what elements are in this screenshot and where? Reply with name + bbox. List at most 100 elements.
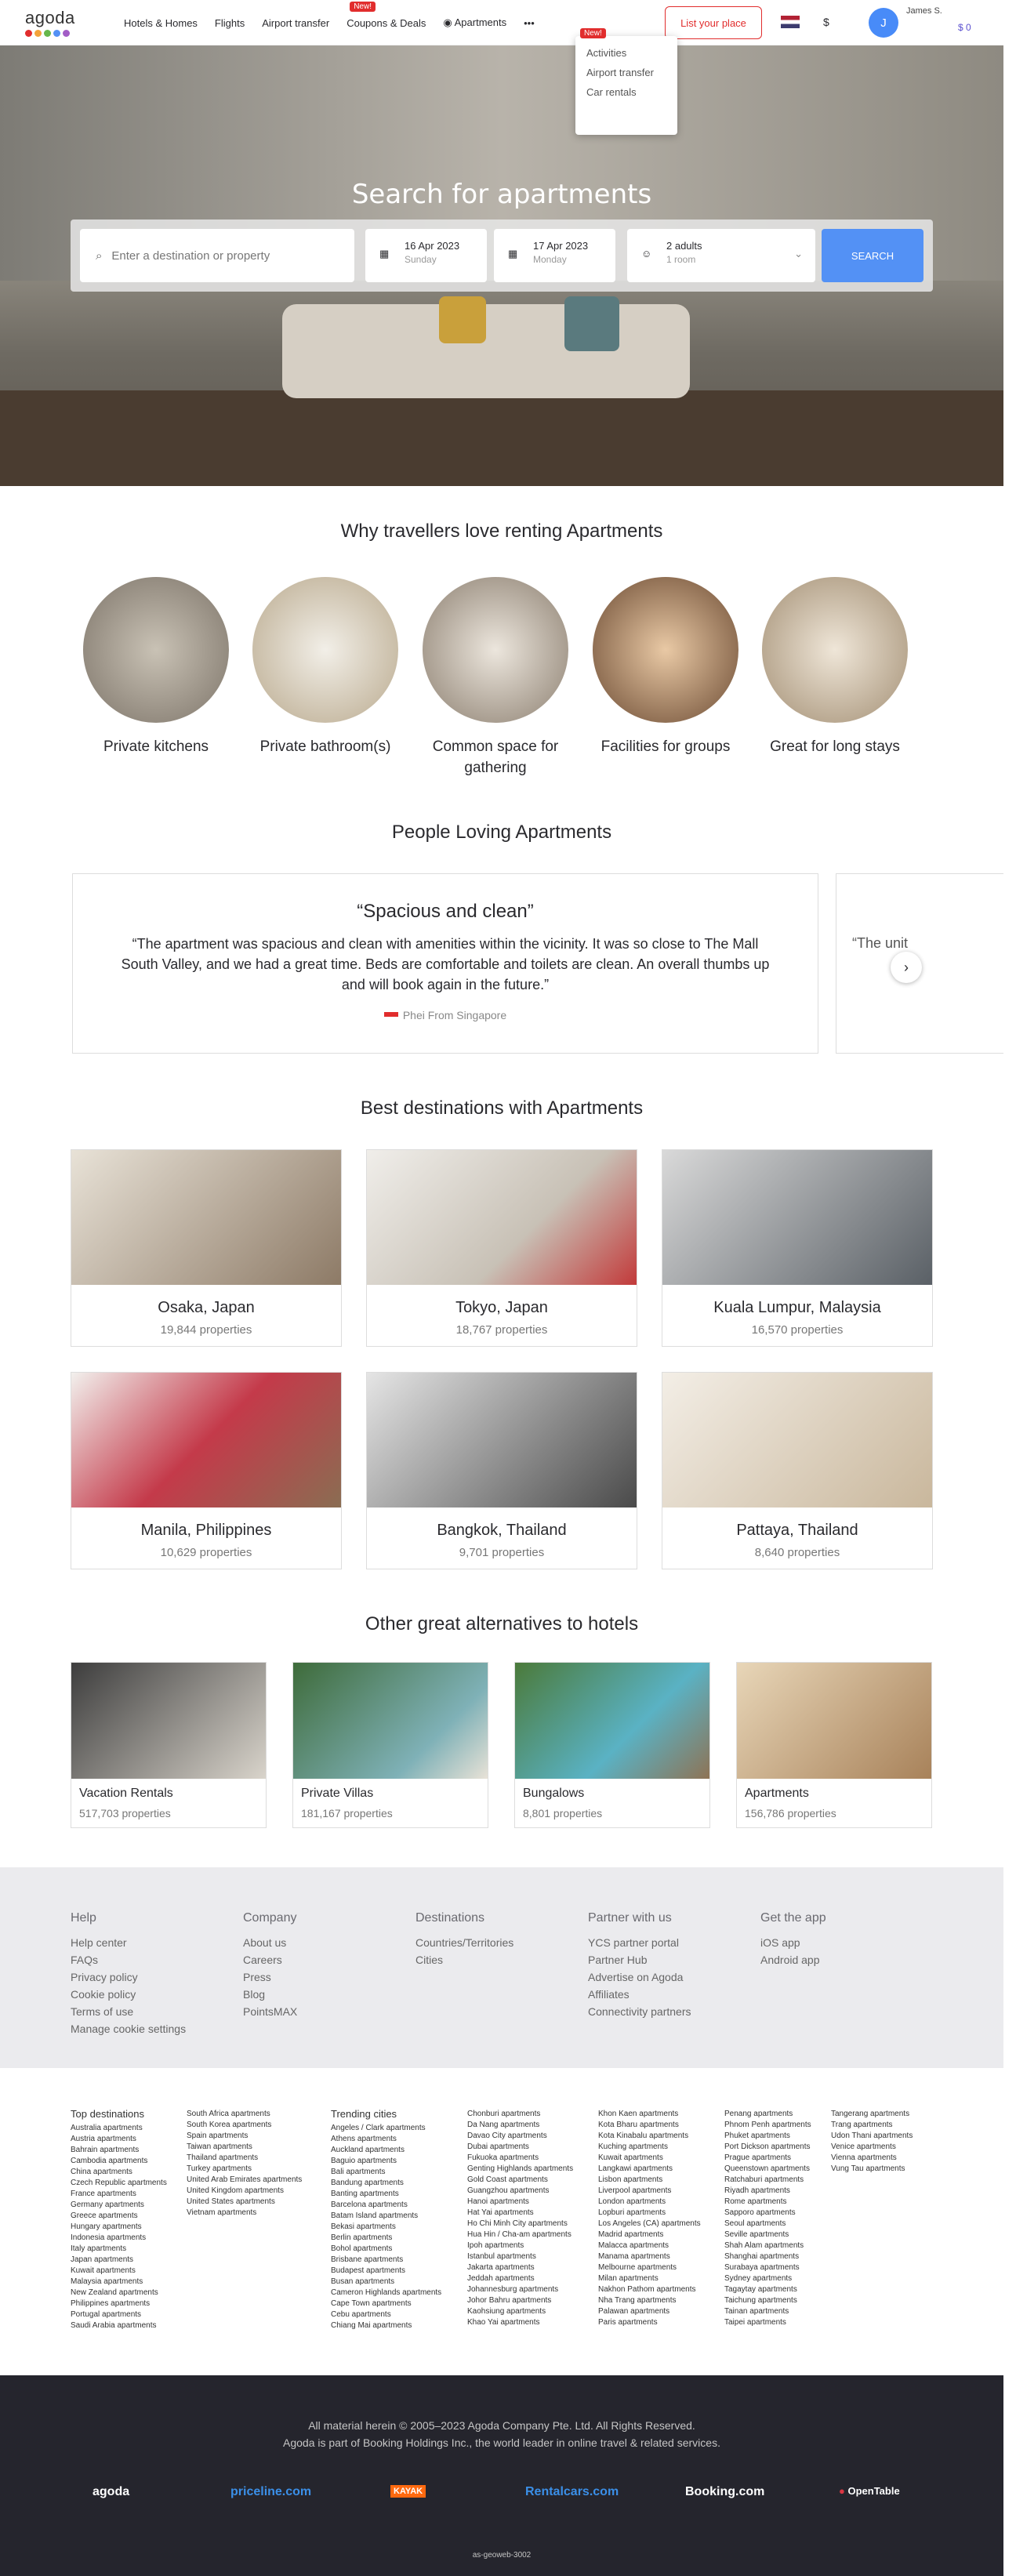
nav-coupons-deals[interactable]: New! Coupons & Deals: [347, 1, 426, 29]
destination-link[interactable]: Czech Republic apartments: [71, 2178, 167, 2189]
destination-link[interactable]: Kota Bharu apartments: [598, 2120, 701, 2131]
footer-link[interactable]: Cities: [415, 1954, 513, 1966]
footer-link[interactable]: Android app: [760, 1954, 826, 1966]
alternative-card[interactable]: Apartments 156,786 properties: [736, 1662, 932, 1828]
destination-link[interactable]: Milan apartments: [598, 2273, 701, 2284]
destination-link[interactable]: Davao City apartments: [467, 2131, 573, 2142]
destination-link[interactable]: Lopburi apartments: [598, 2208, 701, 2219]
nav-hotels-homes[interactable]: Hotels & Homes: [124, 17, 198, 29]
checkout-date-field[interactable]: ▦ 17 Apr 2023 Monday: [494, 229, 615, 282]
destination-link[interactable]: Bandung apartments: [331, 2178, 441, 2189]
destination-link[interactable]: Japan apartments: [71, 2255, 167, 2266]
destination-link[interactable]: Taichung apartments: [724, 2295, 811, 2306]
destination-link[interactable]: Portugal apartments: [71, 2309, 167, 2320]
destination-link[interactable]: Trang apartments: [831, 2120, 913, 2131]
destination-link[interactable]: Bali apartments: [331, 2167, 441, 2178]
destination-link[interactable]: Berlin apartments: [331, 2233, 441, 2244]
search-button[interactable]: SEARCH: [822, 229, 923, 282]
priceline-brand-logo[interactable]: priceline.com: [230, 2485, 311, 2499]
booking-brand-logo[interactable]: Booking.com: [685, 2485, 764, 2499]
destination-link[interactable]: Kaohsiung apartments: [467, 2306, 573, 2317]
destination-link[interactable]: Taiwan apartments: [187, 2142, 302, 2153]
checkin-date-field[interactable]: ▦ 16 Apr 2023 Sunday: [365, 229, 487, 282]
destination-link[interactable]: London apartments: [598, 2197, 701, 2208]
footer-link[interactable]: Blog: [243, 1988, 297, 2001]
destination-link[interactable]: Genting Highlands apartments: [467, 2164, 573, 2175]
destination-link[interactable]: Austria apartments: [71, 2134, 167, 2145]
destination-link[interactable]: Spain apartments: [187, 2131, 302, 2142]
destination-link[interactable]: Nakhon Pathom apartments: [598, 2284, 701, 2295]
destination-card[interactable]: Bangkok, Thailand 9,701 properties: [366, 1372, 637, 1569]
destination-link[interactable]: Liverpool apartments: [598, 2186, 701, 2197]
destination-link[interactable]: Bekasi apartments: [331, 2222, 441, 2233]
destination-card[interactable]: Tokyo, Japan 18,767 properties: [366, 1149, 637, 1347]
destination-link[interactable]: Riyadh apartments: [724, 2186, 811, 2197]
destination-card[interactable]: Osaka, Japan 19,844 properties: [71, 1149, 342, 1347]
destination-link[interactable]: Langkawi apartments: [598, 2164, 701, 2175]
footer-link[interactable]: FAQs: [71, 1954, 186, 1966]
destination-link[interactable]: Hat Yai apartments: [467, 2208, 573, 2219]
destination-link[interactable]: Athens apartments: [331, 2134, 441, 2145]
destination-link[interactable]: Khao Yai apartments: [467, 2317, 573, 2328]
footer-link[interactable]: Press: [243, 1971, 297, 1983]
destination-link[interactable]: Vienna apartments: [831, 2153, 913, 2164]
destination-link[interactable]: Surabaya apartments: [724, 2262, 811, 2273]
destination-link[interactable]: Jakarta apartments: [467, 2262, 573, 2273]
nav-apartments[interactable]: ◉ Apartments: [443, 16, 506, 29]
destination-link[interactable]: Chiang Mai apartments: [331, 2320, 441, 2331]
footer-link[interactable]: About us: [243, 1936, 297, 1949]
alternative-card[interactable]: Private Villas 181,167 properties: [292, 1662, 488, 1828]
us-flag-icon[interactable]: [781, 16, 800, 28]
destination-link[interactable]: Shanghai apartments: [724, 2251, 811, 2262]
footer-link[interactable]: Affiliates: [588, 1988, 691, 2001]
destination-link[interactable]: Hanoi apartments: [467, 2197, 573, 2208]
destination-link[interactable]: Penang apartments: [724, 2109, 811, 2120]
destination-link[interactable]: New Zealand apartments: [71, 2288, 167, 2298]
destination-link[interactable]: Seoul apartments: [724, 2219, 811, 2230]
destination-link[interactable]: Ipoh apartments: [467, 2240, 573, 2251]
destination-link[interactable]: Angeles / Clark apartments: [331, 2123, 441, 2134]
destination-card[interactable]: Manila, Philippines 10,629 properties: [71, 1372, 342, 1569]
destination-link[interactable]: Los Angeles (CA) apartments: [598, 2219, 701, 2230]
destination-link[interactable]: Ho Chi Minh City apartments: [467, 2219, 573, 2230]
destination-link[interactable]: Venice apartments: [831, 2142, 913, 2153]
destination-link[interactable]: Vietnam apartments: [187, 2208, 302, 2219]
destination-link[interactable]: Ratchaburi apartments: [724, 2175, 811, 2186]
destination-link[interactable]: United Arab Emirates apartments: [187, 2175, 302, 2186]
more-menu-button[interactable]: •••: [524, 17, 535, 29]
destination-link[interactable]: Cape Town apartments: [331, 2298, 441, 2309]
destination-link[interactable]: Greece apartments: [71, 2211, 167, 2222]
user-name[interactable]: James S.: [906, 6, 942, 16]
destination-link[interactable]: Khon Kaen apartments: [598, 2109, 701, 2120]
destination-link[interactable]: Dubai apartments: [467, 2142, 573, 2153]
agoda-logo[interactable]: agoda: [25, 8, 88, 39]
destination-link[interactable]: Barcelona apartments: [331, 2200, 441, 2211]
destination-link[interactable]: Kuwait apartments: [71, 2266, 167, 2277]
destination-link[interactable]: Fukuoka apartments: [467, 2153, 573, 2164]
destination-link[interactable]: United Kingdom apartments: [187, 2186, 302, 2197]
rentalcars-brand-logo[interactable]: Rentalcars.com: [525, 2485, 619, 2499]
destination-link[interactable]: Gold Coast apartments: [467, 2175, 573, 2186]
destination-link[interactable]: Busan apartments: [331, 2277, 441, 2288]
footer-link[interactable]: Terms of use: [71, 2005, 186, 2018]
destination-link[interactable]: Banting apartments: [331, 2189, 441, 2200]
destination-link[interactable]: Italy apartments: [71, 2244, 167, 2255]
destination-link[interactable]: Lisbon apartments: [598, 2175, 701, 2186]
nav-flights[interactable]: Flights: [215, 17, 245, 29]
footer-link[interactable]: Partner Hub: [588, 1954, 691, 1966]
footer-link[interactable]: Countries/Territories: [415, 1936, 513, 1949]
destination-link[interactable]: Vung Tau apartments: [831, 2164, 913, 2175]
destination-link[interactable]: Thailand apartments: [187, 2153, 302, 2164]
agoda-brand-logo[interactable]: agoda: [93, 2485, 129, 2499]
destination-link[interactable]: Philippines apartments: [71, 2298, 167, 2309]
destination-link[interactable]: Istanbul apartments: [467, 2251, 573, 2262]
destination-link[interactable]: Taipei apartments: [724, 2317, 811, 2328]
destination-link[interactable]: Indonesia apartments: [71, 2233, 167, 2244]
destination-link[interactable]: Sapporo apartments: [724, 2208, 811, 2219]
destination-link[interactable]: Hua Hin / Cha-am apartments: [467, 2230, 573, 2240]
destination-link[interactable]: South Africa apartments: [187, 2109, 302, 2120]
nav-airport-transfer[interactable]: Airport transfer: [262, 17, 329, 29]
destination-link[interactable]: Malacca apartments: [598, 2240, 701, 2251]
next-arrow-button[interactable]: ›: [891, 952, 922, 983]
destination-link[interactable]: Phuket apartments: [724, 2131, 811, 2142]
